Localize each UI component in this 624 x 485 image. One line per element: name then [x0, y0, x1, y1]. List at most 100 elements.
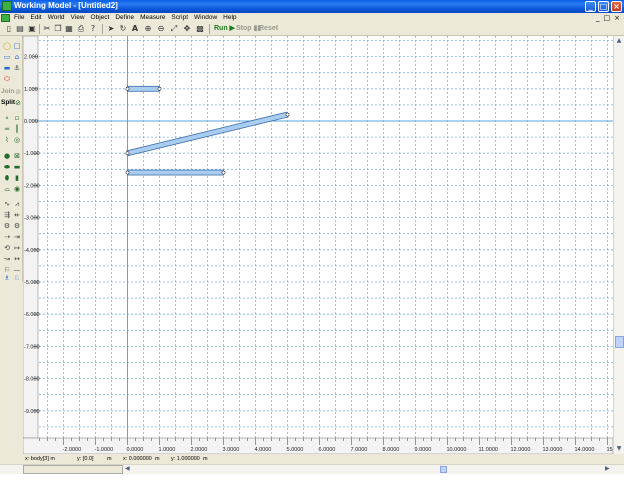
slot-tool-icon[interactable]: ═ — [2, 125, 12, 133]
rotate-icon[interactable]: ↻ — [118, 24, 128, 34]
tape-player-control[interactable] — [23, 465, 123, 479]
point-tool-icon[interactable]: ∘ — [2, 114, 12, 122]
menu-define[interactable]: Define — [112, 13, 137, 23]
y-field[interactable]: y: [0.0] — [77, 454, 94, 464]
square-tool-icon[interactable]: ▬ — [2, 64, 12, 72]
selection-field[interactable]: x: body[3] m — [25, 454, 55, 464]
scroll-left-icon[interactable]: ◀ — [125, 465, 130, 472]
scroll-up-icon[interactable]: ▲ — [614, 36, 624, 45]
body-3[interactable] — [125, 169, 226, 176]
polygon-tool-icon[interactable]: ▭ — [2, 53, 12, 61]
x-tick-label: -2.0000 — [63, 447, 82, 453]
slot-joint-icon[interactable]: ▮ — [12, 174, 22, 182]
print-icon[interactable]: ⎙ — [76, 24, 86, 34]
menu-bar: File Edit World View Object Define Measure Scri… — [0, 13, 624, 23]
document-icon[interactable] — [1, 14, 10, 22]
zoom-in-icon[interactable]: ⊕ — [143, 24, 153, 34]
body-1-shape[interactable] — [127, 85, 160, 92]
workspace-canvas[interactable]: 2.000 1.000 0.000 -1.000 -2.000 -3.000 -4.000 -… — [23, 36, 613, 454]
vertical-scroll-thumb[interactable] — [615, 336, 624, 348]
rope-tool-icon[interactable]: ∿ — [2, 200, 12, 208]
minimize-button[interactable]: _ — [585, 1, 596, 12]
body-3-shape[interactable] — [127, 169, 224, 176]
mdi-close-button[interactable]: × — [614, 13, 620, 23]
circle-tool-icon[interactable]: ◯ — [2, 42, 12, 50]
linear-actuator-icon[interactable]: ⇥ — [12, 233, 22, 241]
scroll-down-icon[interactable]: ▼ — [614, 444, 624, 453]
actuator-tool-icon[interactable]: ⇢ — [2, 233, 12, 241]
paste-icon[interactable]: ▦ — [64, 24, 74, 34]
separator-tool-icon[interactable]: ⇷ — [12, 211, 22, 219]
horizontal-scroll-thumb[interactable] — [440, 466, 447, 473]
menu-window[interactable]: Window — [191, 13, 220, 23]
help-icon[interactable]: ? — [88, 24, 98, 34]
menu-edit[interactable]: Edit — [27, 13, 44, 23]
keyed-slot-tool-icon[interactable]: ║ — [12, 125, 22, 133]
menu-view[interactable]: View — [68, 13, 88, 23]
rod-tool-icon[interactable]: ↔ — [12, 255, 22, 263]
square-point-tool-icon[interactable]: ▫ — [12, 114, 22, 122]
robot-tool-icon[interactable]: ♗ — [2, 274, 12, 282]
camera-icon[interactable]: ▩ — [195, 24, 205, 34]
line-tool-icon[interactable]: — — [12, 266, 22, 274]
menu-help[interactable]: Help — [220, 13, 239, 23]
flag-tool-icon[interactable]: ⚐ — [2, 266, 12, 274]
pulley-tool-icon[interactable]: ⚙ — [12, 222, 22, 230]
x-tick-label: 11.0000 — [479, 447, 498, 453]
spring-tool-icon[interactable]: ⩘ — [12, 200, 22, 208]
move-icon[interactable]: ✥ — [182, 24, 192, 34]
horizontal-slot-joint-icon[interactable]: ⬬ — [2, 163, 12, 171]
gear-tool-icon[interactable]: ⚙ — [2, 222, 12, 230]
keyed-slot-joint-icon[interactable]: ▬ — [12, 163, 22, 171]
body-1-start-point[interactable] — [125, 86, 130, 91]
motor-tool-icon[interactable]: ⟲ — [2, 244, 12, 252]
menu-file[interactable]: File — [11, 13, 27, 23]
maximize-button[interactable]: □ — [598, 1, 609, 12]
curved-slot-tool-icon[interactable]: ⌇ — [2, 136, 12, 144]
scroll-right-icon[interactable]: ▶ — [605, 465, 610, 472]
close-button[interactable]: × — [611, 1, 622, 12]
menu-measure[interactable]: Measure — [137, 13, 168, 23]
robot-arm-tool-icon[interactable]: ♘ — [12, 274, 22, 282]
body-3-end-point[interactable] — [221, 170, 226, 175]
zoom-fit-icon[interactable]: ⤢ — [169, 24, 179, 34]
pointer-icon[interactable]: ➤ — [106, 24, 116, 34]
stop-button[interactable]: Stop ▮▮ — [236, 24, 261, 34]
menu-object[interactable]: Object — [88, 13, 113, 23]
save-icon[interactable]: ▣ — [27, 24, 37, 34]
menu-world[interactable]: World — [45, 13, 68, 23]
force-tool-icon[interactable]: ↦ — [12, 244, 22, 252]
torque-tool-icon[interactable]: ↝ — [2, 255, 12, 263]
vertical-scrollbar[interactable]: ▲ ▼ — [613, 36, 624, 454]
x-tick-label: 10.0000 — [447, 447, 467, 453]
body-1-end-point[interactable] — [157, 86, 162, 91]
curved-tool-icon[interactable]: ⌂ — [12, 53, 22, 61]
curved-slot-joint-icon[interactable]: ⌓ — [2, 185, 12, 193]
body-3-start-point[interactable] — [125, 170, 130, 175]
ellipse-tool-icon[interactable]: ⬭ — [2, 75, 12, 83]
copy-icon[interactable]: ❐ — [53, 24, 63, 34]
text-icon[interactable]: A — [130, 24, 140, 34]
cut-icon[interactable]: ✂ — [42, 24, 52, 34]
y-tick-label: -6.000 — [24, 312, 40, 318]
anchor-tool-icon[interactable]: ⚓ — [12, 64, 22, 72]
app-icon — [2, 1, 12, 11]
zoom-out-icon[interactable]: ⊖ — [156, 24, 166, 34]
circular-slot-joint-icon[interactable]: ◉ — [12, 185, 22, 193]
workspace-svg[interactable]: 2.000 1.000 0.000 -1.000 -2.000 -3.000 -4.000 -… — [23, 36, 613, 454]
mdi-restore-button[interactable]: □ — [604, 13, 611, 23]
body-1[interactable] — [125, 85, 162, 92]
mdi-minimize-button[interactable]: _ — [596, 13, 600, 23]
target-tool-icon[interactable]: ◎ — [12, 136, 22, 144]
menu-script[interactable]: Script — [168, 13, 191, 23]
rigid-joint-icon[interactable]: ⊠ — [12, 152, 22, 160]
open-icon[interactable]: ▤ — [15, 24, 25, 34]
damper-tool-icon[interactable]: ⇶ — [2, 211, 12, 219]
rectangle-tool-icon[interactable]: □ — [12, 42, 22, 50]
run-button[interactable]: Run ▶ — [214, 24, 235, 34]
horizontal-scrollbar[interactable]: ◀ ▶ — [0, 464, 624, 479]
vertical-slot-joint-icon[interactable]: ⬮ — [2, 174, 12, 182]
new-icon[interactable]: ▯ — [4, 24, 14, 34]
reset-button[interactable]: Reset — [259, 24, 278, 34]
pin-joint-icon[interactable]: ● — [2, 152, 12, 160]
